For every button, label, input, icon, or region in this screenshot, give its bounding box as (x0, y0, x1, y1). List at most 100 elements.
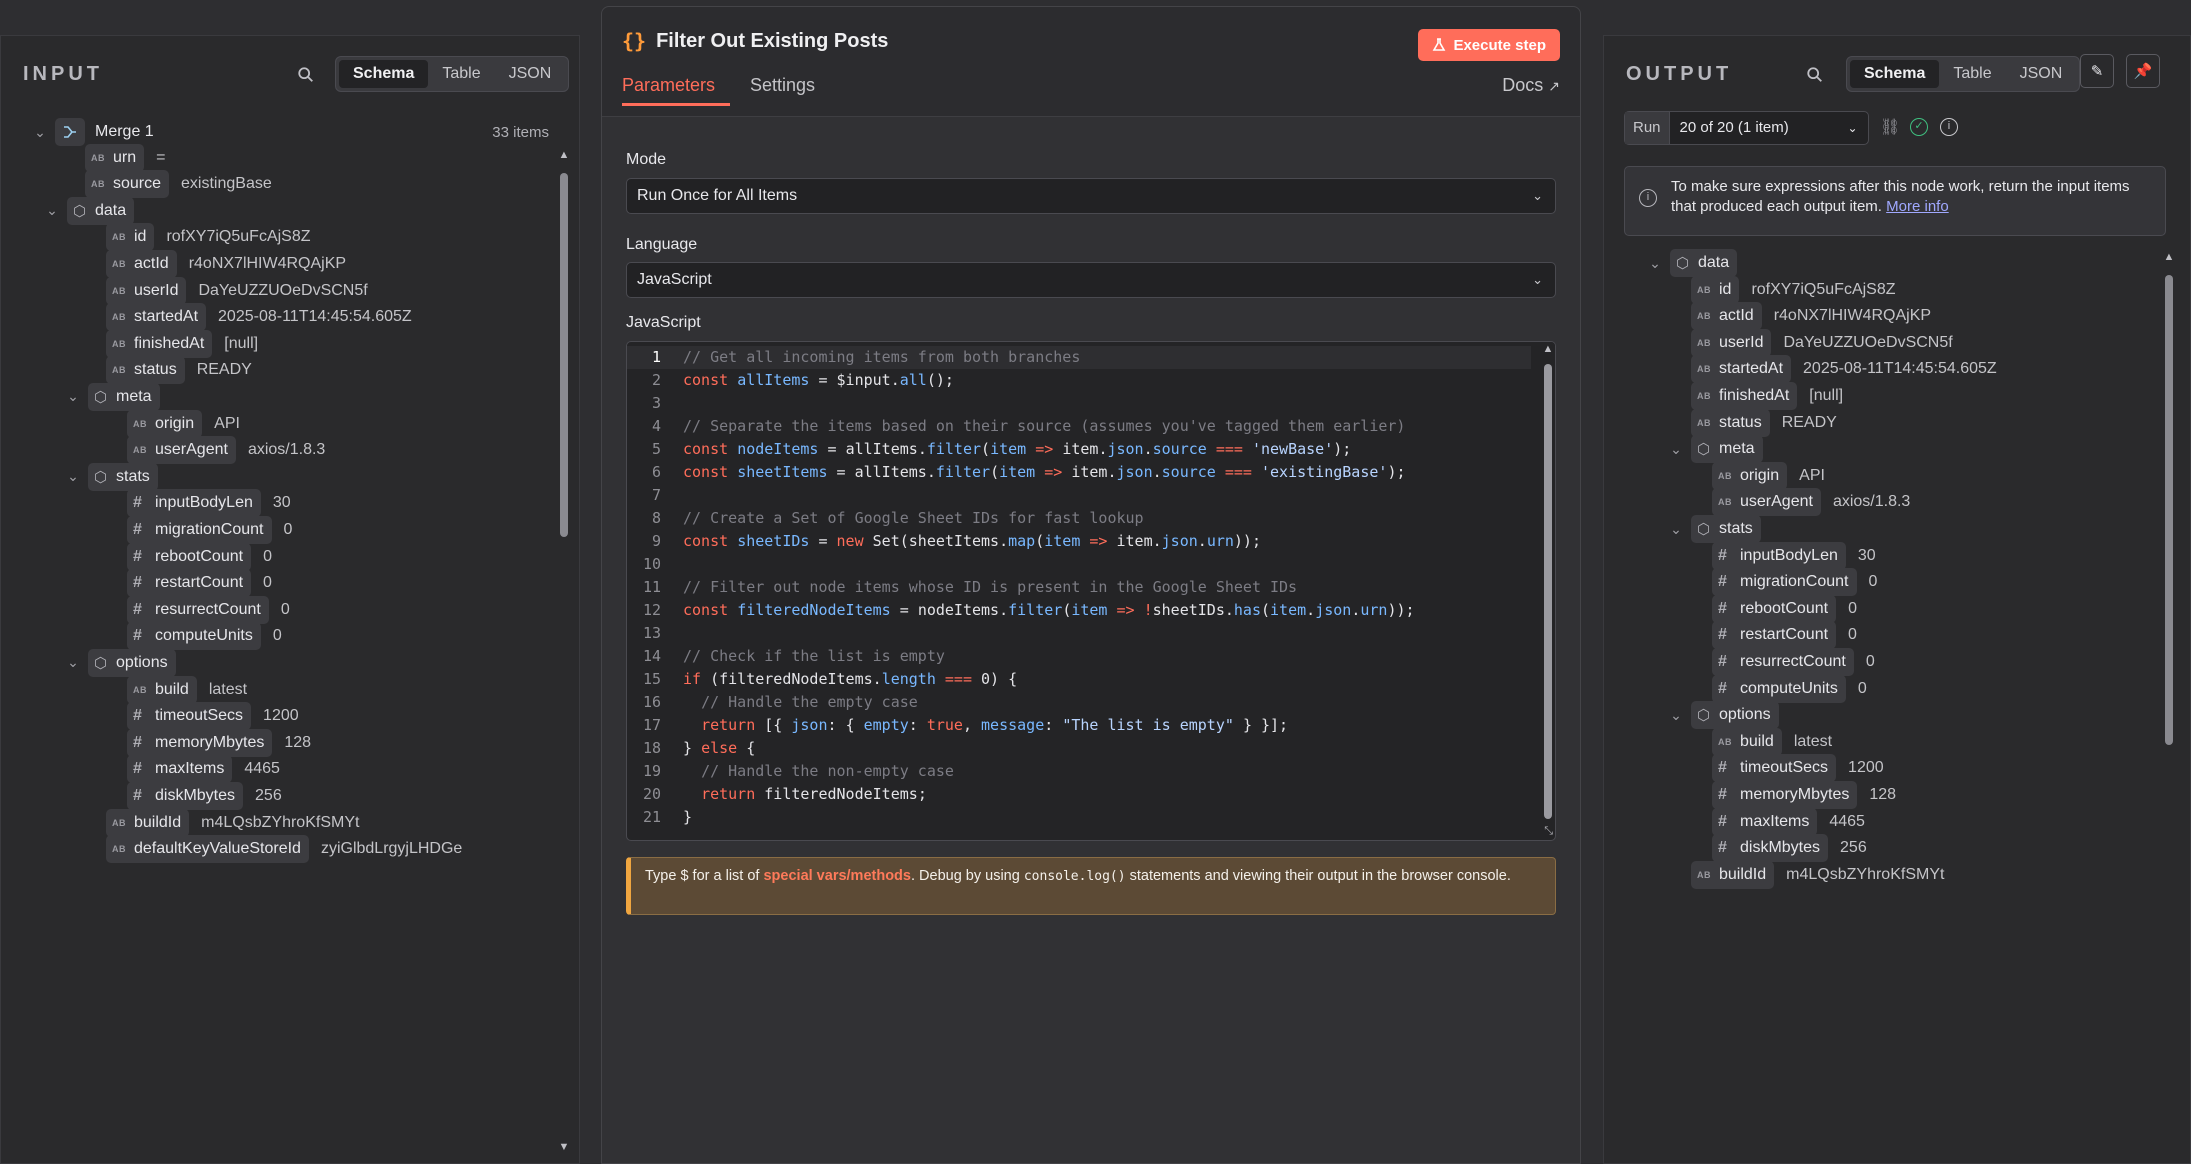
code-line[interactable]: 3 (627, 392, 1531, 415)
code-line[interactable]: 1 // Get all incoming items from both bra… (627, 346, 1531, 369)
editor-scrollbar[interactable]: ▲ (1541, 342, 1555, 822)
input-scrollbar[interactable]: ▲ ▼ (557, 149, 571, 1153)
code-line[interactable]: 2 const allItems = $input.all(); (627, 369, 1531, 392)
chevron-down-icon[interactable]: ⌄ (41, 202, 63, 219)
schema-row-maxItems[interactable]: # maxItems 4465 (1712, 807, 1865, 837)
schema-row-defaultKeyValueStoreId[interactable]: AB defaultKeyValueStoreId zyiGlbdLrgyjLHDG… (106, 834, 462, 864)
scroll-up-icon[interactable]: ▲ (1541, 343, 1555, 355)
schema-row-finishedAt[interactable]: AB finishedAt [null] (106, 329, 258, 359)
schema-key[interactable]: AB source (85, 170, 170, 199)
schema-row-stats[interactable]: ⌄ ⬡ stats (62, 462, 158, 492)
schema-key[interactable]: AB userAgent (127, 436, 236, 465)
schema-key[interactable]: AB actId (106, 249, 177, 278)
schema-key[interactable]: ⬡ stats (88, 462, 158, 491)
code-line[interactable]: 15 if (filteredNodeItems.length === 0) { (627, 668, 1531, 691)
schema-key[interactable]: AB status (1691, 408, 1770, 437)
schema-row-options[interactable]: ⌄ ⬡ options (1665, 700, 1779, 730)
schema-key[interactable]: # restartCount (1712, 621, 1837, 650)
code-line[interactable]: 8 // Create a Set of Google Sheet IDs for… (627, 507, 1531, 530)
schema-row-restartCount[interactable]: # restartCount 0 (1712, 620, 1857, 650)
mode-select[interactable]: Run Once for All Items ⌄ (626, 178, 1556, 214)
scroll-up-icon[interactable]: ▲ (557, 149, 571, 161)
schema-key[interactable]: ⬡ options (1691, 701, 1779, 730)
code-line[interactable]: 5 const nodeItems = allItems.filter(item … (627, 438, 1531, 461)
schema-row-data[interactable]: ⌄ ⬡ data (1644, 248, 1738, 278)
schema-key[interactable]: ⬡ data (1670, 249, 1738, 277)
schema-row-rebootCount[interactable]: # rebootCount 0 (127, 542, 272, 572)
output-view-json[interactable]: JSON (2006, 60, 2077, 88)
schema-row-timeoutSecs[interactable]: # timeoutSecs 1200 (1712, 753, 1884, 783)
editor-scroll-thumb[interactable] (1544, 364, 1552, 819)
schema-key[interactable]: AB finishedAt (106, 329, 213, 358)
schema-row-source[interactable]: AB source existingBase (85, 169, 272, 199)
chevron-down-icon[interactable]: ⌄ (29, 124, 51, 141)
code-line[interactable]: 4 // Separate the items based on their so… (627, 415, 1531, 438)
schema-key[interactable]: # maxItems (1712, 807, 1818, 836)
schema-key[interactable]: AB origin (127, 409, 203, 438)
schema-row-diskMbytes[interactable]: # diskMbytes 256 (1712, 833, 1867, 863)
schema-row-urn[interactable]: AB urn = (85, 143, 165, 173)
chevron-down-icon[interactable]: ⌄ (1665, 521, 1687, 538)
code-line[interactable]: 7 (627, 484, 1531, 507)
code-line[interactable]: 13 (627, 622, 1531, 645)
schema-key[interactable]: AB userAgent (1712, 488, 1821, 517)
chevron-down-icon[interactable]: ⌄ (1665, 441, 1687, 458)
chevron-down-icon[interactable]: ⌄ (62, 468, 84, 485)
schema-row-origin[interactable]: AB origin API (1712, 461, 1825, 491)
run-select[interactable]: 20 of 20 (1 item) ⌄ (1670, 112, 1868, 144)
output-scroll-thumb[interactable] (2165, 275, 2173, 745)
schema-key[interactable]: # resurrectCount (1712, 648, 1854, 676)
input-view-json[interactable]: JSON (495, 60, 566, 88)
schema-key[interactable]: AB finishedAt (1691, 382, 1798, 410)
output-view-table[interactable]: Table (1939, 60, 2005, 88)
schema-key[interactable]: AB userId (1691, 328, 1772, 357)
code-line[interactable]: 19 // Handle the non-empty case (627, 760, 1531, 783)
schema-row-userId[interactable]: AB userId DaYeUZZUOeDvSCN5f (1691, 328, 1953, 358)
code-line[interactable]: 16 // Handle the empty case (627, 691, 1531, 714)
schema-key[interactable]: # memoryMbytes (1712, 781, 1858, 809)
schema-key[interactable]: ⬡ stats (1691, 515, 1761, 543)
output-view-schema[interactable]: Schema (1850, 60, 1940, 88)
code-line[interactable]: 9 const sheetIDs = new Set(sheetItems.map… (627, 530, 1531, 553)
code-line[interactable]: 14 // Check if the list is empty (627, 645, 1531, 668)
node-title[interactable]: Filter Out Existing Posts (656, 30, 888, 53)
search-icon[interactable] (297, 66, 315, 84)
schema-row-buildId[interactable]: AB buildId m4LQsbZYhroKfSMYt (1691, 860, 1944, 890)
schema-key[interactable]: AB buildId (106, 808, 190, 837)
scroll-up-icon[interactable]: ▲ (2162, 251, 2176, 263)
schema-row-computeUnits[interactable]: # computeUnits 0 (1712, 674, 1867, 704)
schema-row-data[interactable]: ⌄ ⬡ data (41, 196, 135, 226)
schema-key[interactable]: # inputBodyLen (1712, 541, 1846, 570)
schema-key[interactable]: AB origin (1712, 461, 1788, 490)
edit-output-button[interactable]: ✎ (2080, 54, 2114, 88)
schema-row-rebootCount[interactable]: # rebootCount 0 (1712, 594, 1857, 624)
schema-row-status[interactable]: AB status READY (1691, 408, 1837, 438)
schema-key[interactable]: AB buildId (1691, 860, 1775, 889)
schema-row-userAgent[interactable]: AB userAgent axios/1.8.3 (127, 435, 325, 465)
schema-row-finishedAt[interactable]: AB finishedAt [null] (1691, 381, 1843, 411)
schema-row-userId[interactable]: AB userId DaYeUZZUOeDvSCN5f (106, 276, 368, 306)
code-line[interactable]: 11 // Filter out node items whose ID is p… (627, 576, 1531, 599)
schema-row-computeUnits[interactable]: # computeUnits 0 (127, 621, 282, 651)
schema-key[interactable]: AB id (106, 223, 155, 252)
schema-key[interactable]: ⬡ data (67, 196, 135, 225)
schema-key[interactable]: # migrationCount (1712, 568, 1857, 597)
schema-key[interactable]: AB status (106, 356, 185, 385)
schema-key[interactable]: # restartCount (127, 569, 252, 598)
schema-key[interactable]: AB userId (106, 276, 187, 305)
schema-row-stats[interactable]: ⌄ ⬡ stats (1665, 514, 1761, 544)
schema-key[interactable]: ⬡ options (88, 648, 176, 677)
info-icon[interactable]: i (1940, 118, 1958, 136)
schema-row-options[interactable]: ⌄ ⬡ options (62, 648, 176, 678)
schema-row-maxItems[interactable]: # maxItems 4465 (127, 754, 280, 784)
schema-key[interactable]: AB id (1691, 275, 1740, 304)
schema-key[interactable]: # migrationCount (127, 515, 272, 544)
schema-key[interactable]: AB urn (85, 143, 145, 172)
input-view-schema[interactable]: Schema (339, 60, 429, 88)
chevron-down-icon[interactable]: ⌄ (1665, 707, 1687, 724)
schema-row-origin[interactable]: AB origin API (127, 409, 240, 439)
schema-row-userAgent[interactable]: AB userAgent axios/1.8.3 (1712, 487, 1910, 517)
schema-row-startedAt[interactable]: AB startedAt 2025-08-11T14:45:54.605Z (1691, 354, 1997, 384)
special-vars-link[interactable]: special vars/methods (763, 868, 911, 884)
schema-row-migrationCount[interactable]: # migrationCount 0 (127, 515, 292, 545)
